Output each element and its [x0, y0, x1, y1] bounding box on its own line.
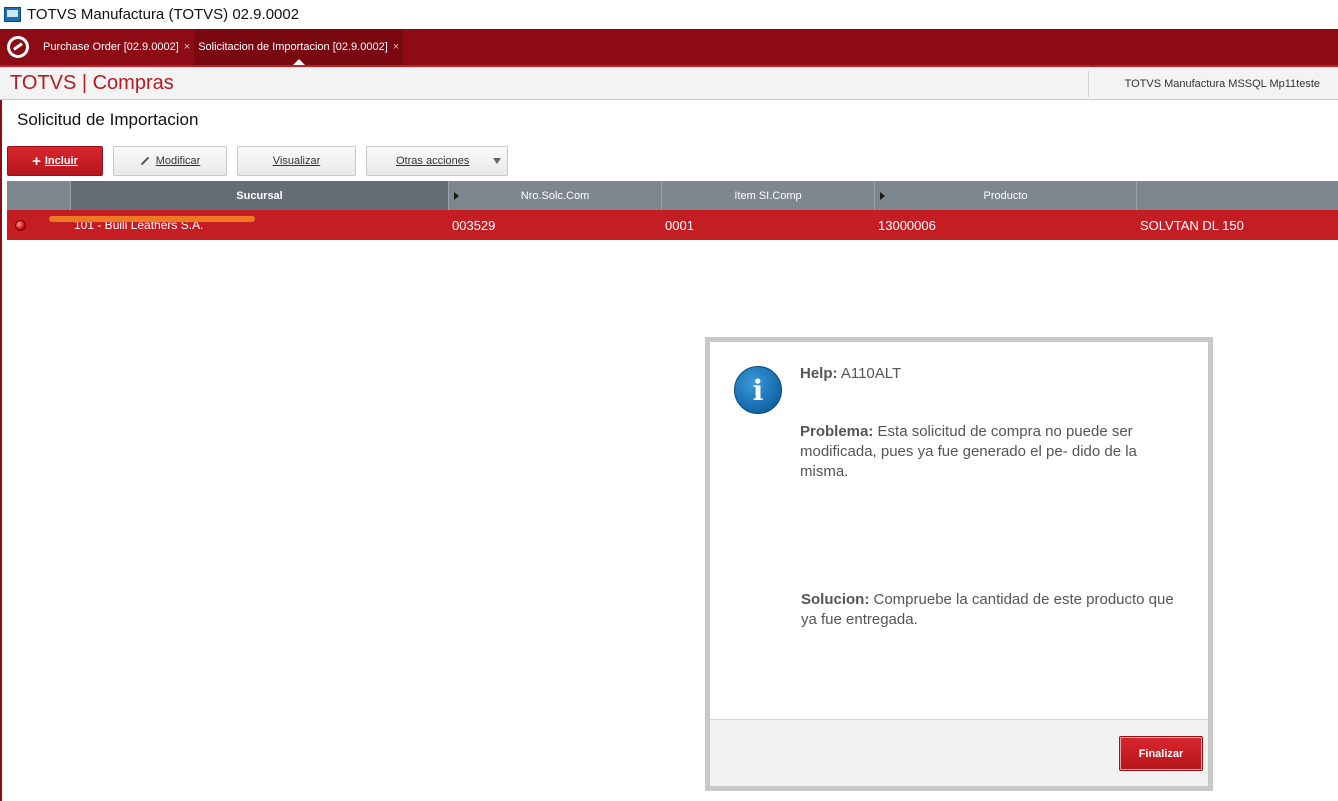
solucion-label: Solucion:: [801, 591, 870, 608]
window-title-bar: TOTVS Manufactura (TOTVS) 02.9.0002: [0, 0, 1338, 29]
otras-acciones-label: Otras acciones: [396, 155, 470, 167]
finalizar-button[interactable]: Finalizar: [1119, 736, 1203, 771]
help-label: Help:: [800, 365, 838, 382]
pencil-icon: [140, 156, 149, 166]
problema-text: Problema: Esta solicitud de compra no pu…: [800, 422, 1180, 482]
grid-header: Sucursal Nro.Solc.Com Item SI.Comp Produ…: [7, 181, 1338, 210]
window-title: TOTVS Manufactura (TOTVS) 02.9.0002: [27, 6, 300, 23]
column-label: Producto: [983, 189, 1028, 202]
column-header-nro-solc[interactable]: Nro.Solc.Com: [449, 181, 662, 210]
help-code: A110ALT: [840, 365, 902, 382]
column-header-producto[interactable]: Producto: [875, 181, 1137, 210]
column-label: Item SI.Comp: [734, 189, 802, 202]
otras-acciones-dropdown[interactable]: Otras acciones: [366, 146, 508, 176]
column-header-descripcion[interactable]: [1137, 181, 1338, 210]
column-header-item[interactable]: Item SI.Comp: [662, 181, 875, 210]
environment-label: TOTVS Manufactura MSSQL Mp11teste: [1087, 71, 1338, 97]
page-title: Solicitud de Importacion: [17, 110, 199, 129]
redaction-mark: [49, 216, 255, 222]
grid-header-status: [7, 181, 71, 210]
solucion-text: Solucion: Compruebe la cantidad de este …: [801, 590, 1181, 630]
totvs-logo-icon[interactable]: [7, 36, 29, 58]
row-status-cell: [7, 210, 71, 240]
status-red-icon: [15, 219, 26, 231]
problema-label: Problema:: [800, 423, 874, 440]
cell-descripcion: SOLVTAN DL 150: [1140, 217, 1244, 233]
table-row[interactable]: 101 - Buili Leathers S.A. 003529 0001 13…: [7, 210, 1338, 240]
module-header: TOTVS | Compras TOTVS Manufactura MSSQL …: [0, 65, 1338, 100]
cell-item: 0001: [665, 217, 694, 233]
tab-label: Solicitacion de Importacion [02.9.0002]: [198, 41, 388, 53]
help-line: Help: A110ALT: [800, 364, 1180, 384]
column-header-sucursal[interactable]: Sucursal: [71, 181, 449, 210]
modificar-label: Modificar: [155, 155, 201, 167]
modificar-button[interactable]: Modificar: [113, 146, 227, 176]
column-arrow-icon: [454, 192, 459, 200]
visualizar-label: Visualizar: [272, 155, 321, 167]
cell-sucursal: 101 - Buili Leathers S.A.: [49, 210, 449, 240]
close-icon[interactable]: ×: [393, 41, 399, 53]
tab-bar: Purchase Order [02.9.0002] × Solicitacio…: [0, 29, 1338, 65]
column-arrow-icon: [880, 192, 885, 200]
tab-solicitacion-importacion[interactable]: Solicitacion de Importacion [02.9.0002] …: [194, 29, 404, 65]
chevron-down-icon: [493, 158, 501, 164]
tab-purchase-order[interactable]: Purchase Order [02.9.0002] ×: [39, 29, 194, 65]
info-icon: i: [734, 366, 782, 414]
column-label: Sucursal: [236, 189, 283, 202]
module-title: TOTVS | Compras: [10, 72, 174, 94]
close-icon[interactable]: ×: [184, 41, 190, 53]
cell-nro-solc: 003529: [452, 217, 496, 233]
content-left-border: [0, 100, 2, 801]
incluir-button[interactable]: + Incluir: [7, 146, 103, 176]
help-dialog: i Help: A110ALT Problema: Esta solicitud…: [705, 337, 1213, 791]
dialog-footer: Finalizar: [710, 719, 1208, 786]
column-label: Nro.Solc.Com: [520, 189, 590, 202]
plus-icon: +: [32, 152, 41, 170]
visualizar-button[interactable]: Visualizar: [237, 146, 356, 176]
incluir-label: Incluir: [44, 155, 78, 167]
cell-producto: 13000006: [878, 217, 936, 233]
app-window-icon: [4, 7, 21, 22]
tab-label: Purchase Order [02.9.0002]: [43, 41, 179, 53]
